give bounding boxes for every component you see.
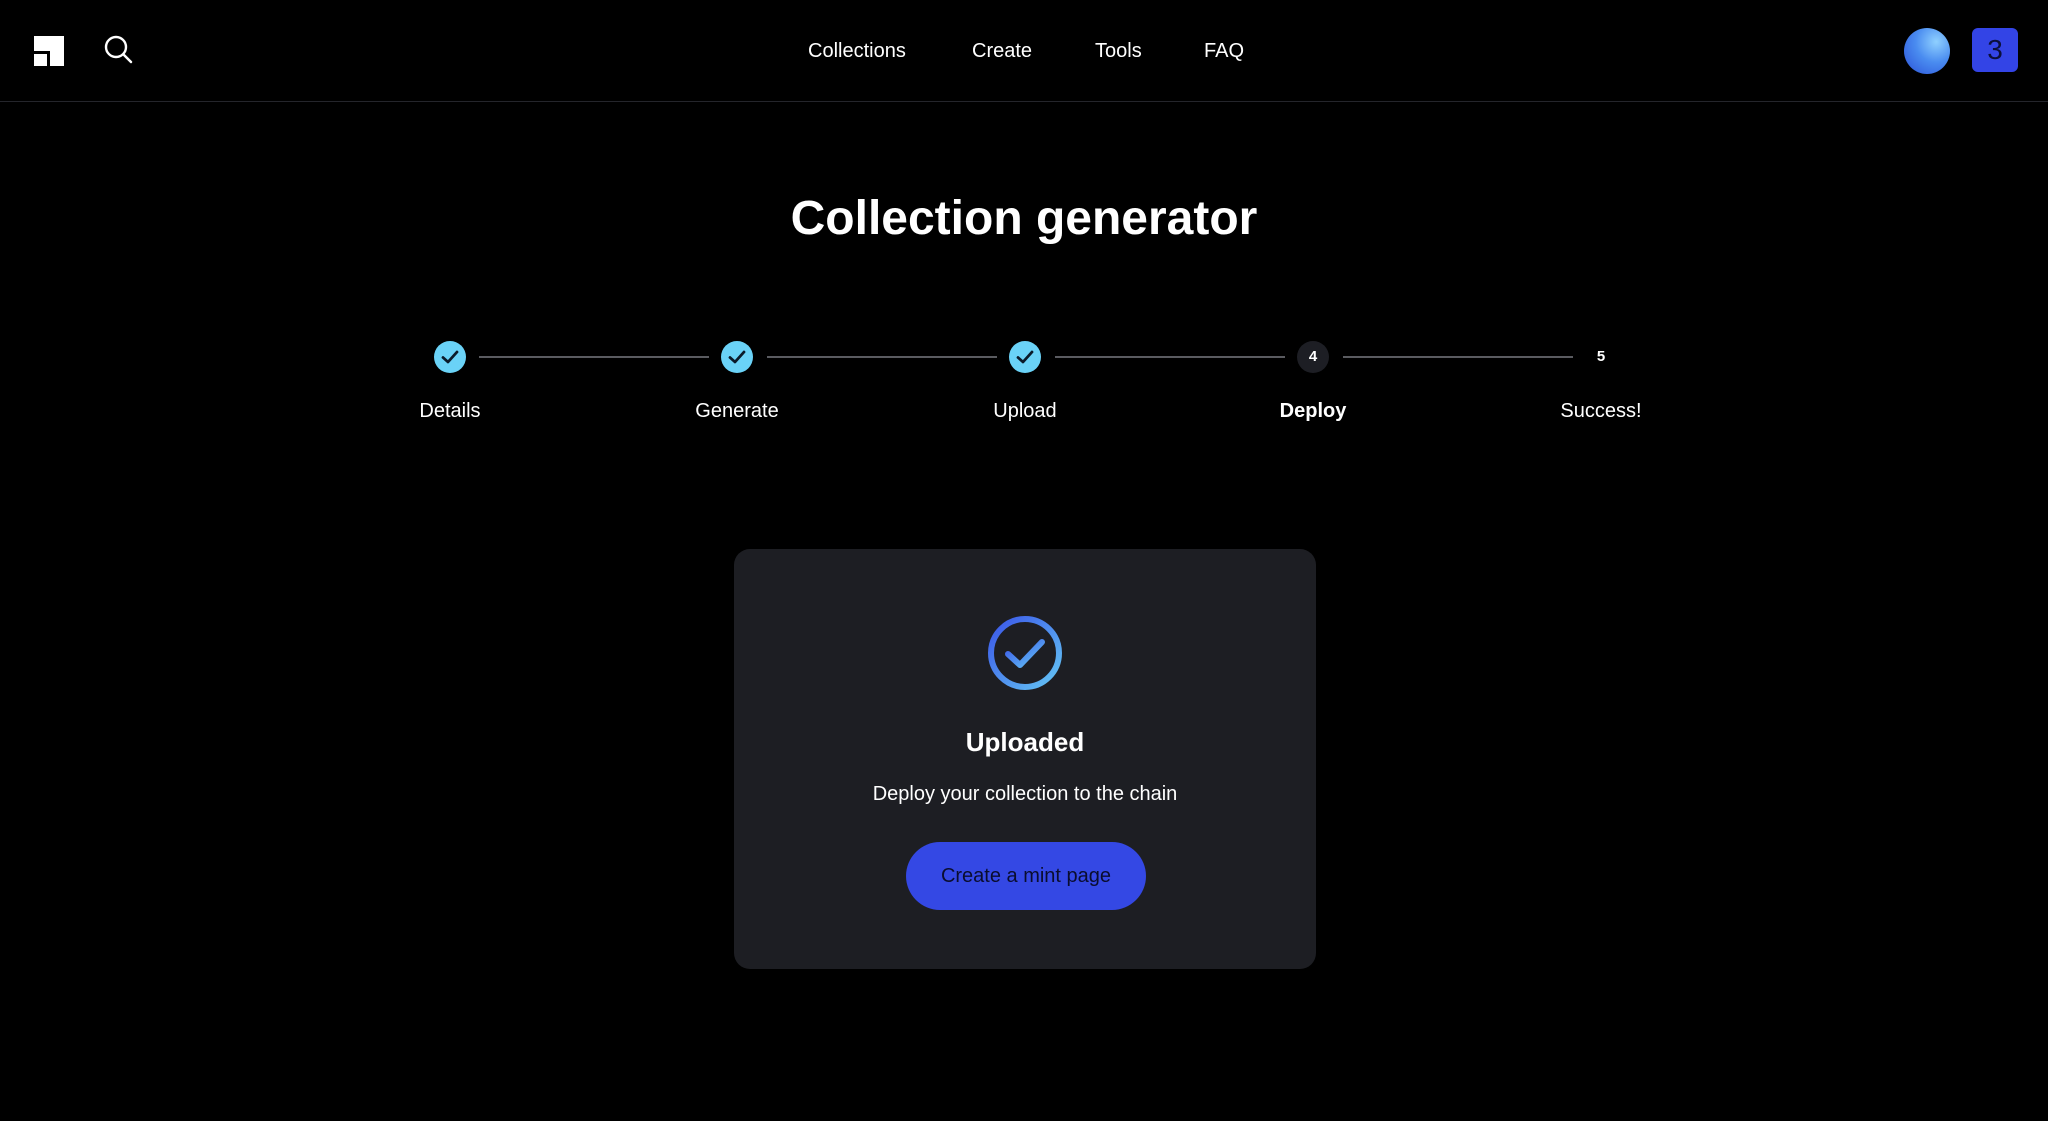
step-label-upload: Upload — [993, 400, 1057, 422]
step-label-generate: Generate — [695, 400, 779, 422]
search-icon[interactable] — [102, 34, 134, 66]
top-navigation-bar: Collections Create Tools FAQ 3 — [0, 0, 2048, 102]
step-label-details: Details — [419, 400, 481, 422]
step-2-indicator — [721, 341, 753, 373]
page-title: Collection generator — [790, 192, 1258, 245]
nav-faq[interactable]: FAQ — [1204, 38, 1244, 64]
card-title: Uploaded — [965, 727, 1085, 757]
nav-collections[interactable]: Collections — [808, 38, 906, 64]
main-nav: Collections Create Tools FAQ — [0, 0, 2048, 102]
step-5-indicator: 5 — [1596, 348, 1606, 365]
check-icon — [441, 350, 459, 364]
logo-icon[interactable] — [34, 36, 64, 66]
upload-status-card: Uploaded Deploy your collection to the c… — [734, 549, 1316, 969]
step-label-deploy: Deploy — [1279, 400, 1347, 422]
avatar[interactable] — [1904, 28, 1950, 74]
step-4-indicator: 4 — [1297, 341, 1329, 373]
step-connector — [767, 356, 997, 358]
step-connector — [479, 356, 709, 358]
create-mint-page-button[interactable]: Create a mint page — [906, 842, 1146, 910]
notification-badge[interactable]: 3 — [1972, 28, 2018, 72]
check-icon — [728, 350, 746, 364]
nav-tools[interactable]: Tools — [1095, 38, 1142, 64]
step-connector — [1343, 356, 1573, 358]
step-label-success: Success! — [1560, 400, 1642, 422]
step-1-indicator — [434, 341, 466, 373]
check-icon — [1016, 350, 1034, 364]
card-subtitle: Deploy your collection to the chain — [872, 783, 1178, 805]
step-3-indicator — [1009, 341, 1041, 373]
check-circle-icon — [986, 614, 1064, 692]
step-connector — [1055, 356, 1285, 358]
nav-create[interactable]: Create — [972, 38, 1032, 64]
